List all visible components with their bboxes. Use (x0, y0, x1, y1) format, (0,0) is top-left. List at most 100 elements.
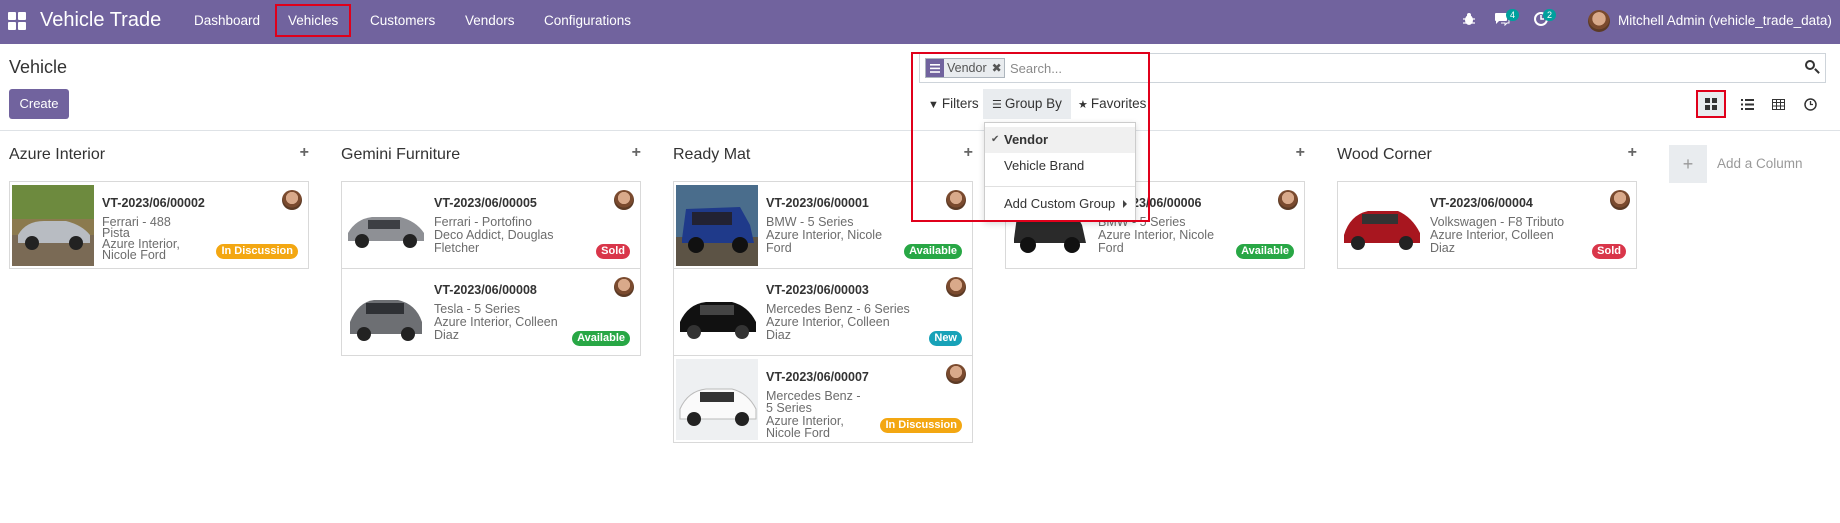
quick-create-icon[interactable]: + (300, 144, 309, 162)
top-navbar: Vehicle Trade Dashboard Vehicles Custome… (0, 0, 1840, 44)
kanban-card[interactable]: VT-2023/06/00002 Ferrari - 488 Pista Azu… (9, 181, 309, 269)
groupby-button[interactable]: ☰ Group By (983, 89, 1071, 119)
vehicle-image (676, 185, 758, 266)
app-title[interactable]: Vehicle Trade (40, 9, 161, 32)
groupby-option-label: Vehicle Brand (1004, 158, 1085, 173)
kanban-card[interactable]: VT-2023/06/00008 Tesla - 5 Series Azure … (341, 268, 641, 356)
facet-value: Vendor (947, 61, 987, 75)
kanban-column: Azure Interior + VT-2023/06/00002 Ferrar… (9, 140, 309, 269)
card-customer: Azure Interior, Colleen (434, 315, 558, 329)
remove-facet-icon[interactable]: ✖ (990, 59, 1004, 77)
card-avatar (946, 277, 966, 297)
pivot-icon (1771, 98, 1785, 110)
user-avatar[interactable] (1588, 10, 1610, 32)
card-avatar (946, 364, 966, 384)
quick-create-icon[interactable]: + (1296, 144, 1305, 162)
kanban-column: Ready Mat + VT-2023/06/00001 BMW - 5 Ser… (673, 140, 973, 443)
card-customer-cont: Fletcher (434, 241, 480, 255)
groupby-option-label: Vendor (1004, 132, 1049, 147)
user-menu[interactable]: Mitchell Admin (vehicle_trade_data) (1618, 13, 1832, 28)
search-facet-groupby: Vendor ✖ (925, 58, 1005, 78)
kanban-card[interactable]: VT-2023/06/00005 Ferrari - Portofino Dec… (341, 181, 641, 269)
filters-button[interactable]: ▼ Filters (924, 89, 983, 119)
kanban-column: Gemini Furniture + VT-2023/06/00005 Ferr… (341, 140, 641, 356)
card-avatar (614, 190, 634, 210)
status-badge: New (929, 331, 962, 346)
kanban-card[interactable]: VT-2023/06/00007 Mercedes Benz - 5 Serie… (673, 355, 973, 443)
dropdown-divider (985, 186, 1135, 187)
page-title: Vehicle (9, 57, 68, 77)
groupby-icon: ☰ (992, 99, 1002, 111)
card-reference: VT-2023/06/00007 (766, 370, 869, 384)
groupby-facet-icon (926, 59, 944, 77)
groupby-option-vehicle-brand[interactable]: Vehicle Brand (985, 153, 1135, 179)
favorites-button[interactable]: ★ Favorites (1074, 89, 1150, 119)
groupby-option-vendor[interactable]: ✔ Vendor (985, 127, 1135, 153)
menu-vendors[interactable]: Vendors (454, 4, 526, 37)
activities-count-badge: 2 (1543, 9, 1557, 21)
kanban-card[interactable]: VT-2023/06/00001 BMW - 5 Series Azure In… (673, 181, 973, 269)
search-icon[interactable] (1805, 60, 1820, 74)
vehicle-image (1340, 185, 1422, 266)
menu-customers[interactable]: Customers (359, 4, 446, 37)
kanban-card[interactable]: VT-2023/06/00004 Volkswagen - F8 Tributo… (1337, 181, 1637, 269)
column-header: Wood Corner + (1337, 140, 1637, 172)
star-icon: ★ (1078, 99, 1088, 111)
menu-dashboard[interactable]: Dashboard (183, 4, 271, 37)
card-customer: Azure Interior, Colleen (766, 315, 890, 329)
create-button[interactable]: Create (9, 89, 69, 119)
card-reference: VT-2023/06/00003 (766, 283, 869, 297)
status-badge: Available (904, 244, 962, 259)
column-header: Ready Mat + (673, 140, 973, 172)
card-customer-cont: Diaz (434, 328, 460, 342)
vehicle-image (676, 359, 758, 440)
activity-view-button[interactable] (1795, 90, 1825, 118)
vehicle-image (344, 272, 426, 353)
search-input[interactable] (1010, 57, 1710, 79)
vehicle-image (676, 272, 758, 353)
check-icon: ✔ (991, 134, 1000, 145)
column-title[interactable]: Wood Corner (1337, 146, 1432, 164)
plus-icon: + (1669, 145, 1707, 183)
menu-configurations[interactable]: Configurations (533, 4, 642, 37)
kanban-view-button[interactable] (1696, 90, 1726, 118)
apps-grid-icon[interactable] (8, 12, 26, 30)
status-badge: Sold (596, 244, 630, 259)
caret-right-icon (1123, 200, 1127, 208)
vehicle-image (12, 185, 94, 266)
quick-create-icon[interactable]: + (964, 144, 973, 162)
card-reference: VT-2023/06/00001 (766, 196, 869, 210)
column-title[interactable]: Azure Interior (9, 146, 105, 164)
list-view-button[interactable] (1732, 90, 1762, 118)
card-reference: VT-2023/06/00005 (434, 196, 537, 210)
column-title[interactable]: Ready Mat (673, 146, 750, 164)
bug-icon[interactable] (1462, 12, 1476, 30)
column-header: Azure Interior + (9, 140, 309, 172)
status-badge: In Discussion (216, 244, 298, 259)
card-reference: VT-2023/06/00002 (102, 196, 205, 210)
column-header: Gemini Furniture + (341, 140, 641, 172)
quick-create-icon[interactable]: + (1628, 144, 1637, 162)
kanban-column: Wood Corner + VT-2023/06/00004 Volkswage… (1337, 140, 1637, 269)
groupby-dropdown: ✔ Vendor Vehicle Brand Add Custom Group (984, 122, 1136, 222)
pivot-view-button[interactable] (1763, 90, 1793, 118)
activity-clock-icon (1803, 97, 1817, 111)
card-customer-cont: Diaz (766, 328, 792, 342)
column-title[interactable]: Gemini Furniture (341, 146, 460, 164)
kanban-card[interactable]: VT-2023/06/00003 Mercedes Benz - 6 Serie… (673, 268, 973, 356)
card-reference: 23/06/00006 (1132, 196, 1202, 210)
status-badge: Available (1236, 244, 1294, 259)
menu-vehicles[interactable]: Vehicles (275, 4, 352, 37)
status-badge: Available (572, 331, 630, 346)
card-reference: VT-2023/06/00004 (1430, 196, 1533, 210)
search-bar: Vendor ✖ (919, 53, 1826, 83)
quick-create-icon[interactable]: + (632, 144, 641, 162)
groupby-label: Group By (1004, 96, 1062, 111)
card-customer-cont: Ford (766, 241, 792, 255)
add-custom-group[interactable]: Add Custom Group (985, 191, 1135, 217)
card-reference: VT-2023/06/00008 (434, 283, 537, 297)
list-icon (1740, 98, 1754, 110)
card-customer: Azure Interior, Colleen (1430, 228, 1554, 242)
status-badge: In Discussion (880, 418, 962, 433)
add-column-button[interactable]: + Add a Column (1669, 145, 1829, 183)
